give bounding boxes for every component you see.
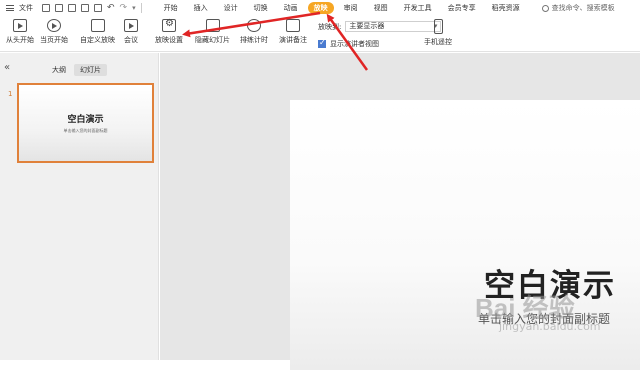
hide-slide-icon [205,19,220,32]
ribbon-toolbar: 从头开始 当页开始 自定义放映 会议 放映设置 隐藏幻灯片 排练计时 演讲备注 … [0,16,640,52]
custom-show-icon [90,19,105,32]
meeting-label: 会议 [124,36,138,44]
tab-outline[interactable]: 大纲 [46,64,72,76]
slide-number: 1 [8,90,13,98]
thumbnail-title: 空白演示 [67,115,104,125]
show-settings-label: 放映设置 [155,36,183,44]
presenter-view-checkbox[interactable] [318,38,326,48]
rehearse-button[interactable]: 排练计时 [240,19,268,45]
presenter-view-toggle[interactable]: 显示演讲者视图 [318,38,379,49]
thumbnail-subtitle: 单击输入您的封面副标题 [63,128,108,133]
show-on-label: 放映到: [318,22,342,31]
timer-icon [247,19,261,32]
open-icon[interactable] [55,4,63,12]
export-icon[interactable] [94,4,102,12]
gear-icon [162,18,176,32]
custom-show-label: 自定义放映 [80,36,115,44]
tab-insert[interactable]: 插入 [186,0,216,16]
tab-developer[interactable]: 开发工具 [396,0,440,16]
show-settings-button[interactable]: 放映设置 [155,18,183,45]
slide-thumbnail[interactable]: 空白演示 单击输入您的封面副标题 [17,83,154,163]
file-menu-label: 文件 [19,4,33,12]
meeting-icon [124,19,138,32]
from-start-button[interactable]: 从头开始 [6,19,34,45]
quick-access-toolbar: ↶ ↷ ▾ [38,3,142,13]
tab-member[interactable]: 会员专享 [440,0,484,16]
redo-icon[interactable]: ↷ [120,3,128,13]
save-icon[interactable] [42,4,50,12]
from-current-label: 当页开始 [40,36,68,44]
print-icon[interactable] [68,4,76,12]
search-placeholder: 查找命令、搜索模板 [551,4,615,12]
play-current-icon [47,19,61,32]
tab-slides[interactable]: 幻灯片 [74,64,107,76]
chevron-down-icon[interactable]: ▾ [132,4,136,12]
tab-resources[interactable]: 稻壳资源 [484,0,528,16]
file-menu[interactable]: 文件 [0,0,38,16]
hide-slide-label: 隐藏幻灯片 [195,36,230,44]
meeting-button[interactable]: 会议 [124,19,138,45]
hide-slide-button[interactable]: 隐藏幻灯片 [195,19,230,45]
tab-home[interactable]: 开始 [156,0,186,16]
hamburger-icon [6,5,14,11]
presenter-view-label: 显示演讲者视图 [330,40,379,48]
show-on-control: 放映到: 主要显示器 [318,21,442,32]
preview-icon[interactable] [81,4,89,12]
baidu-watermark-url: jingyan.baidu.com [499,320,601,333]
tab-view[interactable]: 视图 [366,0,396,16]
menu-bar: 文件 ↶ ↷ ▾ 开始 插入 设计 切换 动画 放映 审阅 视图 开发工具 会员… [0,0,640,16]
tab-transition[interactable]: 切换 [246,0,276,16]
command-search[interactable]: 查找命令、搜索模板 [541,3,615,13]
phone-icon [433,19,443,34]
search-icon [541,4,549,12]
from-start-label: 从头开始 [6,36,34,44]
remote-control-button[interactable]: 手机遥控 [424,19,452,47]
slides-panel: « 大纲 幻灯片 1 空白演示 单击输入您的封面副标题 [0,53,159,360]
notes-icon [286,19,300,32]
undo-icon[interactable]: ↶ [107,3,115,13]
divider [140,3,142,13]
play-from-start-icon [13,19,27,32]
ribbon-tabs: 开始 插入 设计 切换 动画 放映 审阅 视图 开发工具 会员专享 稻壳资源 [156,0,528,16]
narration-button[interactable]: 演讲备注 [279,19,307,45]
rehearse-label: 排练计时 [240,36,268,44]
remote-control-label: 手机遥控 [424,38,452,46]
narration-label: 演讲备注 [279,36,307,44]
custom-show-button[interactable]: 自定义放映 [80,19,115,45]
tab-animation[interactable]: 动画 [276,0,306,16]
tab-review[interactable]: 审阅 [336,0,366,16]
collapse-panel-icon[interactable]: « [4,62,10,73]
tab-design[interactable]: 设计 [216,0,246,16]
tab-slideshow[interactable]: 放映 [307,2,334,14]
from-current-button[interactable]: 当页开始 [40,19,68,45]
